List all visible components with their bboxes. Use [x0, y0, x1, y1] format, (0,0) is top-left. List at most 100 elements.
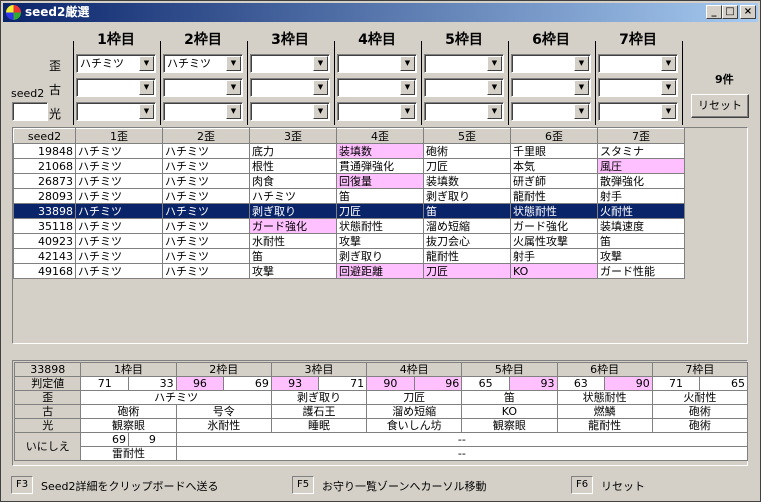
combo-歪-6[interactable]: ▼: [511, 54, 591, 73]
list-header-cell[interactable]: 2歪: [162, 128, 250, 144]
dropdown-arrow-icon[interactable]: ▼: [313, 56, 328, 71]
dropdown-arrow-icon[interactable]: ▼: [661, 80, 676, 95]
skill-cell: 刀匠: [423, 158, 511, 174]
list-header-cell[interactable]: seed2: [13, 128, 76, 144]
skill-cell: 水耐性: [249, 233, 337, 249]
combo-光-1[interactable]: ▼: [76, 102, 156, 121]
list-row[interactable]: 42143 ハチミツ ハチミツ笛剥ぎ取り 龍耐性 射手 攻撃: [13, 248, 685, 264]
skill-cell: 抜刀会心: [423, 233, 511, 249]
skill-cell: 根性: [249, 158, 337, 174]
yugami-cell: 火耐性: [651, 390, 749, 405]
combo-歪-1[interactable]: ハチミツ ▼: [76, 54, 156, 73]
dropdown-arrow-icon[interactable]: ▼: [226, 56, 241, 71]
detail-hikari-row: 光観察眼 氷耐性 睡眠 食いしん坊 観察眼 龍耐性 砲術: [13, 418, 749, 433]
combo-歪-2[interactable]: ハチミツ ▼: [163, 54, 243, 73]
fkey-f3-button[interactable]: F3: [11, 476, 33, 494]
detail-inishie-row2: 雷耐性 --: [15, 446, 749, 461]
dropdown-arrow-icon[interactable]: ▼: [226, 104, 241, 119]
list-header-cell[interactable]: 7歪: [597, 128, 685, 144]
list-row[interactable]: 26873 ハチミツ ハチミツ 肉食 回復量 装填数 研ぎ師 散弾強化: [13, 173, 685, 189]
skill-cell: ハチミツ: [75, 173, 163, 189]
combo-古-2[interactable]: ▼: [163, 78, 243, 97]
reset-button[interactable]: リセット: [691, 94, 749, 118]
dropdown-arrow-icon[interactable]: ▼: [400, 80, 415, 95]
list-row[interactable]: 35118 ハチミツ ハチミツ ガード強化 状態耐性 溜め短縮 ガード強化 装填速度: [13, 218, 685, 234]
detail-slot-header: 5枠目: [461, 362, 558, 377]
fkey-label: リセット: [601, 480, 645, 493]
skill-cell: ハチミツ: [162, 203, 250, 219]
skill-cell: ハチミツ: [75, 143, 163, 159]
combo-光-2[interactable]: ▼: [163, 102, 243, 121]
dropdown-arrow-icon[interactable]: ▼: [661, 104, 676, 119]
combo-古-6[interactable]: ▼: [511, 78, 591, 97]
list-row[interactable]: 40923 ハチミツ ハチミツ 水耐性 攻撃 抜刀会心 火属性攻撃笛: [13, 233, 685, 249]
skill-cell: 装填速度: [597, 218, 685, 234]
combo-古-5[interactable]: ▼: [424, 78, 504, 97]
combo-古-1[interactable]: ▼: [76, 78, 156, 97]
dropdown-arrow-icon[interactable]: ▼: [313, 104, 328, 119]
dropdown-arrow-icon[interactable]: ▼: [139, 80, 154, 95]
combo-光-5[interactable]: ▼: [424, 102, 504, 121]
dropdown-arrow-icon[interactable]: ▼: [574, 80, 589, 95]
hantei-value: 71: [318, 376, 368, 391]
skill-cell: 貫通弾強化: [336, 158, 424, 174]
column-divider: [682, 41, 683, 125]
skill-cell: ハチミツ: [162, 173, 250, 189]
fkey-f6-button[interactable]: F6: [571, 476, 593, 494]
close-button[interactable]: ×: [740, 5, 756, 19]
fkey-label: お守り一覧ゾーンへカーソル移動: [322, 480, 487, 493]
dropdown-arrow-icon[interactable]: ▼: [400, 104, 415, 119]
detail-slot-header: 4枠目: [366, 362, 463, 377]
combo-光-7[interactable]: ▼: [598, 102, 678, 121]
fkey-f5-button[interactable]: F5: [292, 476, 314, 494]
column-divider: [508, 41, 509, 125]
result-count: 9件: [715, 73, 734, 86]
list-row[interactable]: 49168 ハチミツ ハチミツ 攻撃 回避距離 刀匠 KO ガード性能: [13, 263, 685, 279]
list-row[interactable]: 33898 ハチミツ ハチミツ 剥ぎ取り 刀匠笛状態耐性 火耐性: [13, 203, 685, 219]
seed-cell: 35118: [13, 218, 76, 234]
dropdown-arrow-icon[interactable]: ▼: [487, 56, 502, 71]
yugami-merged-cell: ハチミツ: [80, 390, 272, 405]
slot-header-5: 5枠目: [445, 32, 483, 48]
dropdown-arrow-icon[interactable]: ▼: [400, 56, 415, 71]
combo-歪-7[interactable]: ▼: [598, 54, 678, 73]
hantei-value: 65: [461, 376, 510, 391]
list-header-cell[interactable]: 4歪: [336, 128, 424, 144]
combo-光-6[interactable]: ▼: [511, 102, 591, 121]
dropdown-arrow-icon[interactable]: ▼: [139, 56, 154, 71]
list-row[interactable]: 19848 ハチミツ ハチミツ 底力 装填数 砲術 千里眼 スタミナ: [13, 143, 685, 159]
dropdown-arrow-icon[interactable]: ▼: [313, 80, 328, 95]
combo-古-3[interactable]: ▼: [250, 78, 330, 97]
dropdown-arrow-icon[interactable]: ▼: [139, 104, 154, 119]
dropdown-arrow-icon[interactable]: ▼: [574, 104, 589, 119]
skill-cell: 剥ぎ取り: [336, 248, 424, 264]
combo-光-3[interactable]: ▼: [250, 102, 330, 121]
combo-古-4[interactable]: ▼: [337, 78, 417, 97]
dropdown-arrow-icon[interactable]: ▼: [661, 56, 676, 71]
hikari-cell: 食いしん坊: [366, 418, 463, 433]
combo-歪-3[interactable]: ▼: [250, 54, 330, 73]
dropdown-arrow-icon[interactable]: ▼: [574, 56, 589, 71]
column-divider: [160, 41, 161, 125]
seed-input[interactable]: [12, 102, 48, 121]
inishie-label: いにしえ: [13, 432, 82, 461]
list-header-cell[interactable]: 1歪: [75, 128, 163, 144]
dropdown-arrow-icon[interactable]: ▼: [487, 80, 502, 95]
combo-歪-4[interactable]: ▼: [337, 54, 417, 73]
skill-cell: 攻撃: [249, 263, 337, 279]
dropdown-arrow-icon[interactable]: ▼: [226, 80, 241, 95]
list-row[interactable]: 21068 ハチミツ ハチミツ 根性 貫通弾強化 刀匠 本気 風圧: [13, 158, 685, 174]
list-header-cell[interactable]: 6歪: [510, 128, 598, 144]
seed-cell: 19848: [13, 143, 76, 159]
combo-古-7[interactable]: ▼: [598, 78, 678, 97]
skill-cell: ハチミツ: [162, 188, 250, 204]
minimize-button[interactable]: _: [706, 5, 722, 19]
combo-歪-5[interactable]: ▼: [424, 54, 504, 73]
hantei-value: 71: [651, 376, 701, 391]
dropdown-arrow-icon[interactable]: ▼: [487, 104, 502, 119]
combo-光-4[interactable]: ▼: [337, 102, 417, 121]
maximize-button[interactable]: □: [722, 5, 738, 19]
list-row[interactable]: 28093 ハチミツ ハチミツ ハチミツ笛剥ぎ取り 龍耐性 射手: [13, 188, 685, 204]
list-header-cell[interactable]: 5歪: [423, 128, 511, 144]
list-header-cell[interactable]: 3歪: [249, 128, 337, 144]
